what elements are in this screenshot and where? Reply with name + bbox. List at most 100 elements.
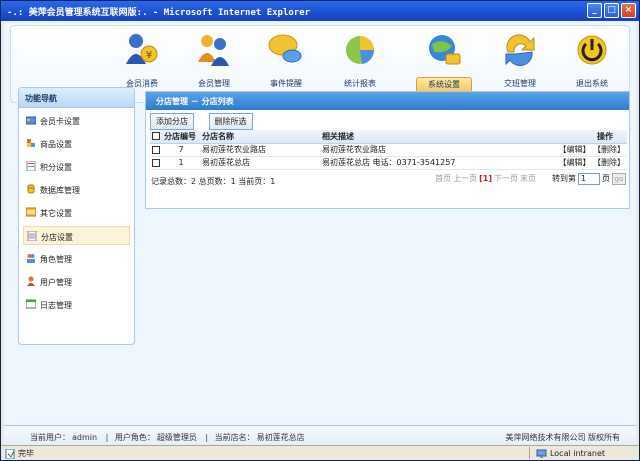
page-unit-label: 页	[602, 174, 610, 183]
sidebar-item-branch-settings[interactable]: 分店设置	[23, 226, 130, 245]
branch-name: 易初莲花农业路店	[200, 143, 320, 157]
sidebar-item-database[interactable]: 数据库管理	[23, 180, 130, 199]
branch-table: 分店编号 分店名称 相关描述 操作 7 易初莲花农业路店 易初莲花农业路店 【编…	[150, 130, 627, 170]
card-icon	[26, 116, 36, 125]
security-zone: Local intranet	[528, 447, 605, 459]
footer-separator: |	[105, 433, 109, 442]
prev-page-link[interactable]: 上一页	[453, 173, 477, 184]
sidebar-item-label: 商品设置	[40, 140, 72, 149]
current-page-label: 当前页：	[238, 176, 271, 186]
row-select-cell	[150, 143, 162, 157]
minimize-button[interactable]: _	[587, 3, 602, 18]
goto-label: 转到第	[552, 174, 576, 183]
panel-title: 分店管理 － 分店列表	[146, 92, 629, 110]
page-content: ¥ 会员消费 会员管理 事件提醒 统计报表 系统设置 交班管理 退出系统 功能导…	[4, 21, 636, 445]
role-value: 超级管理员	[156, 433, 197, 442]
status-left: 完毕	[5, 448, 34, 459]
page-navigation: 首页 上一页 [1] 下一页 末页 转到第 1 页 go	[435, 172, 626, 185]
toolbar: 添加分店 删除所选	[146, 110, 629, 130]
nav-system-settings[interactable]: 系统设置	[413, 30, 475, 98]
current-user-label: 当前用户：	[30, 433, 70, 442]
go-button[interactable]: go	[612, 172, 626, 185]
branch-label: 当前店名：	[214, 433, 255, 442]
total-pages-value: 1	[230, 176, 236, 186]
status-text: 完毕	[18, 449, 34, 458]
other-settings-icon	[26, 207, 36, 217]
pagination: 记录总数：2 总页数：1 当前页：1 首页 上一页 [1] 下一页 末页 转到第…	[146, 172, 629, 189]
sidebar-item-label: 角色管理	[40, 255, 72, 264]
footer-separator: |	[205, 433, 209, 442]
edit-link[interactable]: 【编辑】	[558, 158, 590, 167]
row-operations: 【编辑】 【删除】	[553, 143, 627, 157]
current-user-value: admin	[72, 433, 98, 442]
sidebar-item-label: 分店设置	[41, 233, 73, 242]
sidebar-item-card-settings[interactable]: 会员卡设置	[23, 111, 130, 130]
sidebar-item-user-management[interactable]: 用户管理	[23, 272, 130, 291]
nav-member-manage[interactable]: 会员管理	[183, 30, 245, 98]
session-info: 当前用户： admin | 用户角色： 超级管理员 | 当前店名： 易初莲花总店	[30, 432, 307, 443]
sidebar-item-points-settings[interactable]: 积分设置	[23, 157, 130, 176]
footer: 当前用户： admin | 用户角色： 超级管理员 | 当前店名： 易初莲花总店 美萍…	[4, 425, 636, 445]
last-page-link[interactable]: 末页	[520, 173, 536, 184]
page-done-icon	[5, 448, 15, 459]
title-bar: -.: 美萍会员管理系统互联网版:. - Microsoft Internet …	[1, 1, 639, 21]
sidebar: 功能导航 会员卡设置 商品设置 积分设置 数据库管理 其它设置 分店设置 角色管…	[18, 87, 135, 345]
member-consume-icon: ¥	[122, 30, 162, 70]
branch-id: 1	[162, 156, 200, 170]
branch-name: 易初莲花总店	[200, 156, 320, 170]
row-checkbox[interactable]	[152, 158, 160, 167]
row-select-cell	[150, 156, 162, 170]
sidebar-title: 功能导航	[19, 88, 134, 108]
sidebar-item-label: 其它设置	[40, 209, 72, 218]
nav-statistics-report[interactable]: 统计报表	[329, 30, 391, 98]
current-page-indicator: [1]	[479, 174, 492, 183]
total-records-value: 2	[191, 176, 197, 186]
goods-icon	[27, 139, 35, 147]
sidebar-item-goods-settings[interactable]: 商品设置	[23, 134, 130, 153]
window-title: -.: 美萍会员管理系统互联网版:. - Microsoft Internet …	[7, 8, 311, 18]
delete-link[interactable]: 【删除】	[593, 145, 625, 154]
first-page-link[interactable]: 首页	[435, 173, 451, 184]
sidebar-item-label: 用户管理	[40, 278, 72, 287]
branch-icon	[27, 231, 37, 241]
table-row: 1 易初莲花总店 易初莲花总店 电话：0371-3541257 【编辑】 【删除…	[150, 156, 627, 170]
select-all-checkbox[interactable]	[152, 132, 160, 141]
database-icon	[27, 184, 35, 194]
column-header-id: 分店编号	[162, 130, 200, 144]
goto-page-input[interactable]: 1	[578, 172, 600, 185]
system-settings-icon	[424, 30, 464, 70]
sidebar-item-label: 日志管理	[40, 301, 72, 310]
zone-label: Local intranet	[549, 448, 605, 458]
column-header-name: 分店名称	[200, 130, 320, 144]
intranet-zone-icon	[536, 449, 547, 458]
add-branch-button[interactable]: 添加分店	[150, 113, 194, 130]
close-button[interactable]: ×	[621, 3, 636, 18]
branch-id: 7	[162, 143, 200, 157]
nav-shift-handover[interactable]: 交班管理	[489, 30, 551, 98]
browser-window: -.: 美萍会员管理系统互联网版:. - Microsoft Internet …	[0, 0, 640, 461]
nav-label: 统计报表	[344, 79, 376, 88]
current-page-value: 1	[270, 176, 276, 186]
sidebar-item-other-settings[interactable]: 其它设置	[23, 203, 130, 222]
statistics-report-icon	[340, 30, 380, 70]
sidebar-item-log-management[interactable]: 日志管理	[23, 295, 130, 314]
next-page-link[interactable]: 下一页	[494, 173, 518, 184]
sidebar-item-role-management[interactable]: 角色管理	[23, 249, 130, 268]
delete-selected-button[interactable]: 删除所选	[208, 113, 253, 130]
points-icon	[26, 161, 36, 171]
log-icon	[26, 299, 36, 309]
edit-link[interactable]: 【编辑】	[558, 145, 590, 154]
delete-link[interactable]: 【删除】	[593, 158, 625, 167]
row-checkbox[interactable]	[152, 145, 160, 154]
maximize-button[interactable]: □	[604, 3, 619, 18]
nav-label: 事件提醒	[270, 79, 302, 88]
sidebar-item-label: 数据库管理	[40, 186, 80, 195]
sidebar-item-label: 积分设置	[40, 163, 72, 172]
nav-label: 退出系统	[576, 79, 608, 88]
main-panel: 分店管理 － 分店列表 添加分店 删除所选 分店编号 分店名称 相关描述 操作	[145, 91, 630, 209]
exit-system-icon	[572, 30, 612, 70]
nav-exit-system[interactable]: 退出系统	[561, 30, 623, 98]
role-icon	[27, 254, 35, 263]
role-label: 用户角色：	[114, 433, 155, 442]
nav-event-reminder[interactable]: 事件提醒	[255, 30, 317, 98]
